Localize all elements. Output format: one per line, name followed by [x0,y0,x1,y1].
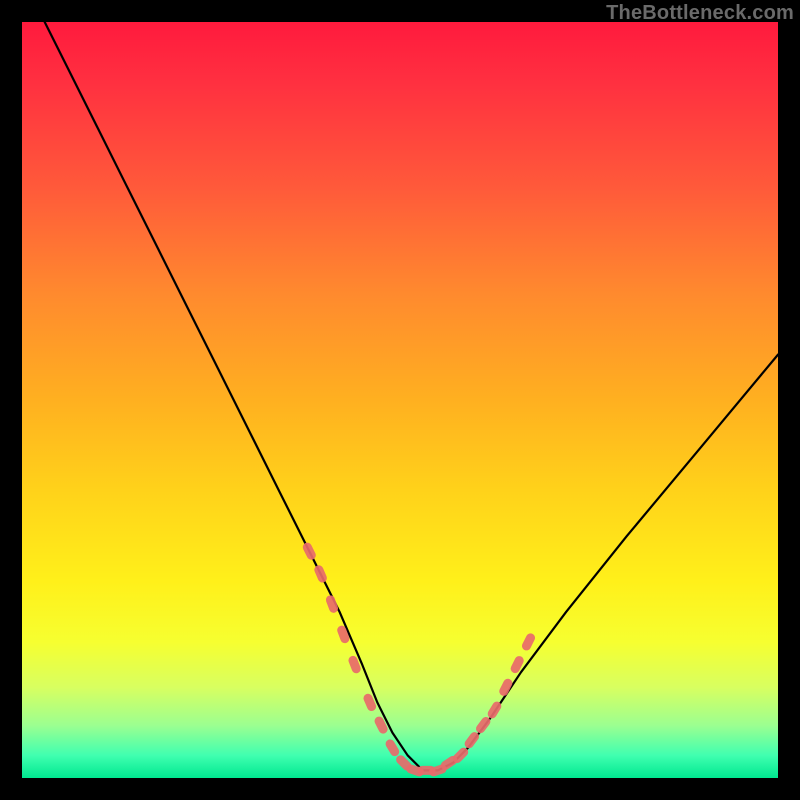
chart-svg [22,22,778,778]
optimal-markers [301,541,536,777]
watermark-text: TheBottleneck.com [606,2,794,25]
chart-frame: TheBottleneck.com [0,0,800,800]
plot-area [22,22,778,778]
curve-line [45,22,778,770]
